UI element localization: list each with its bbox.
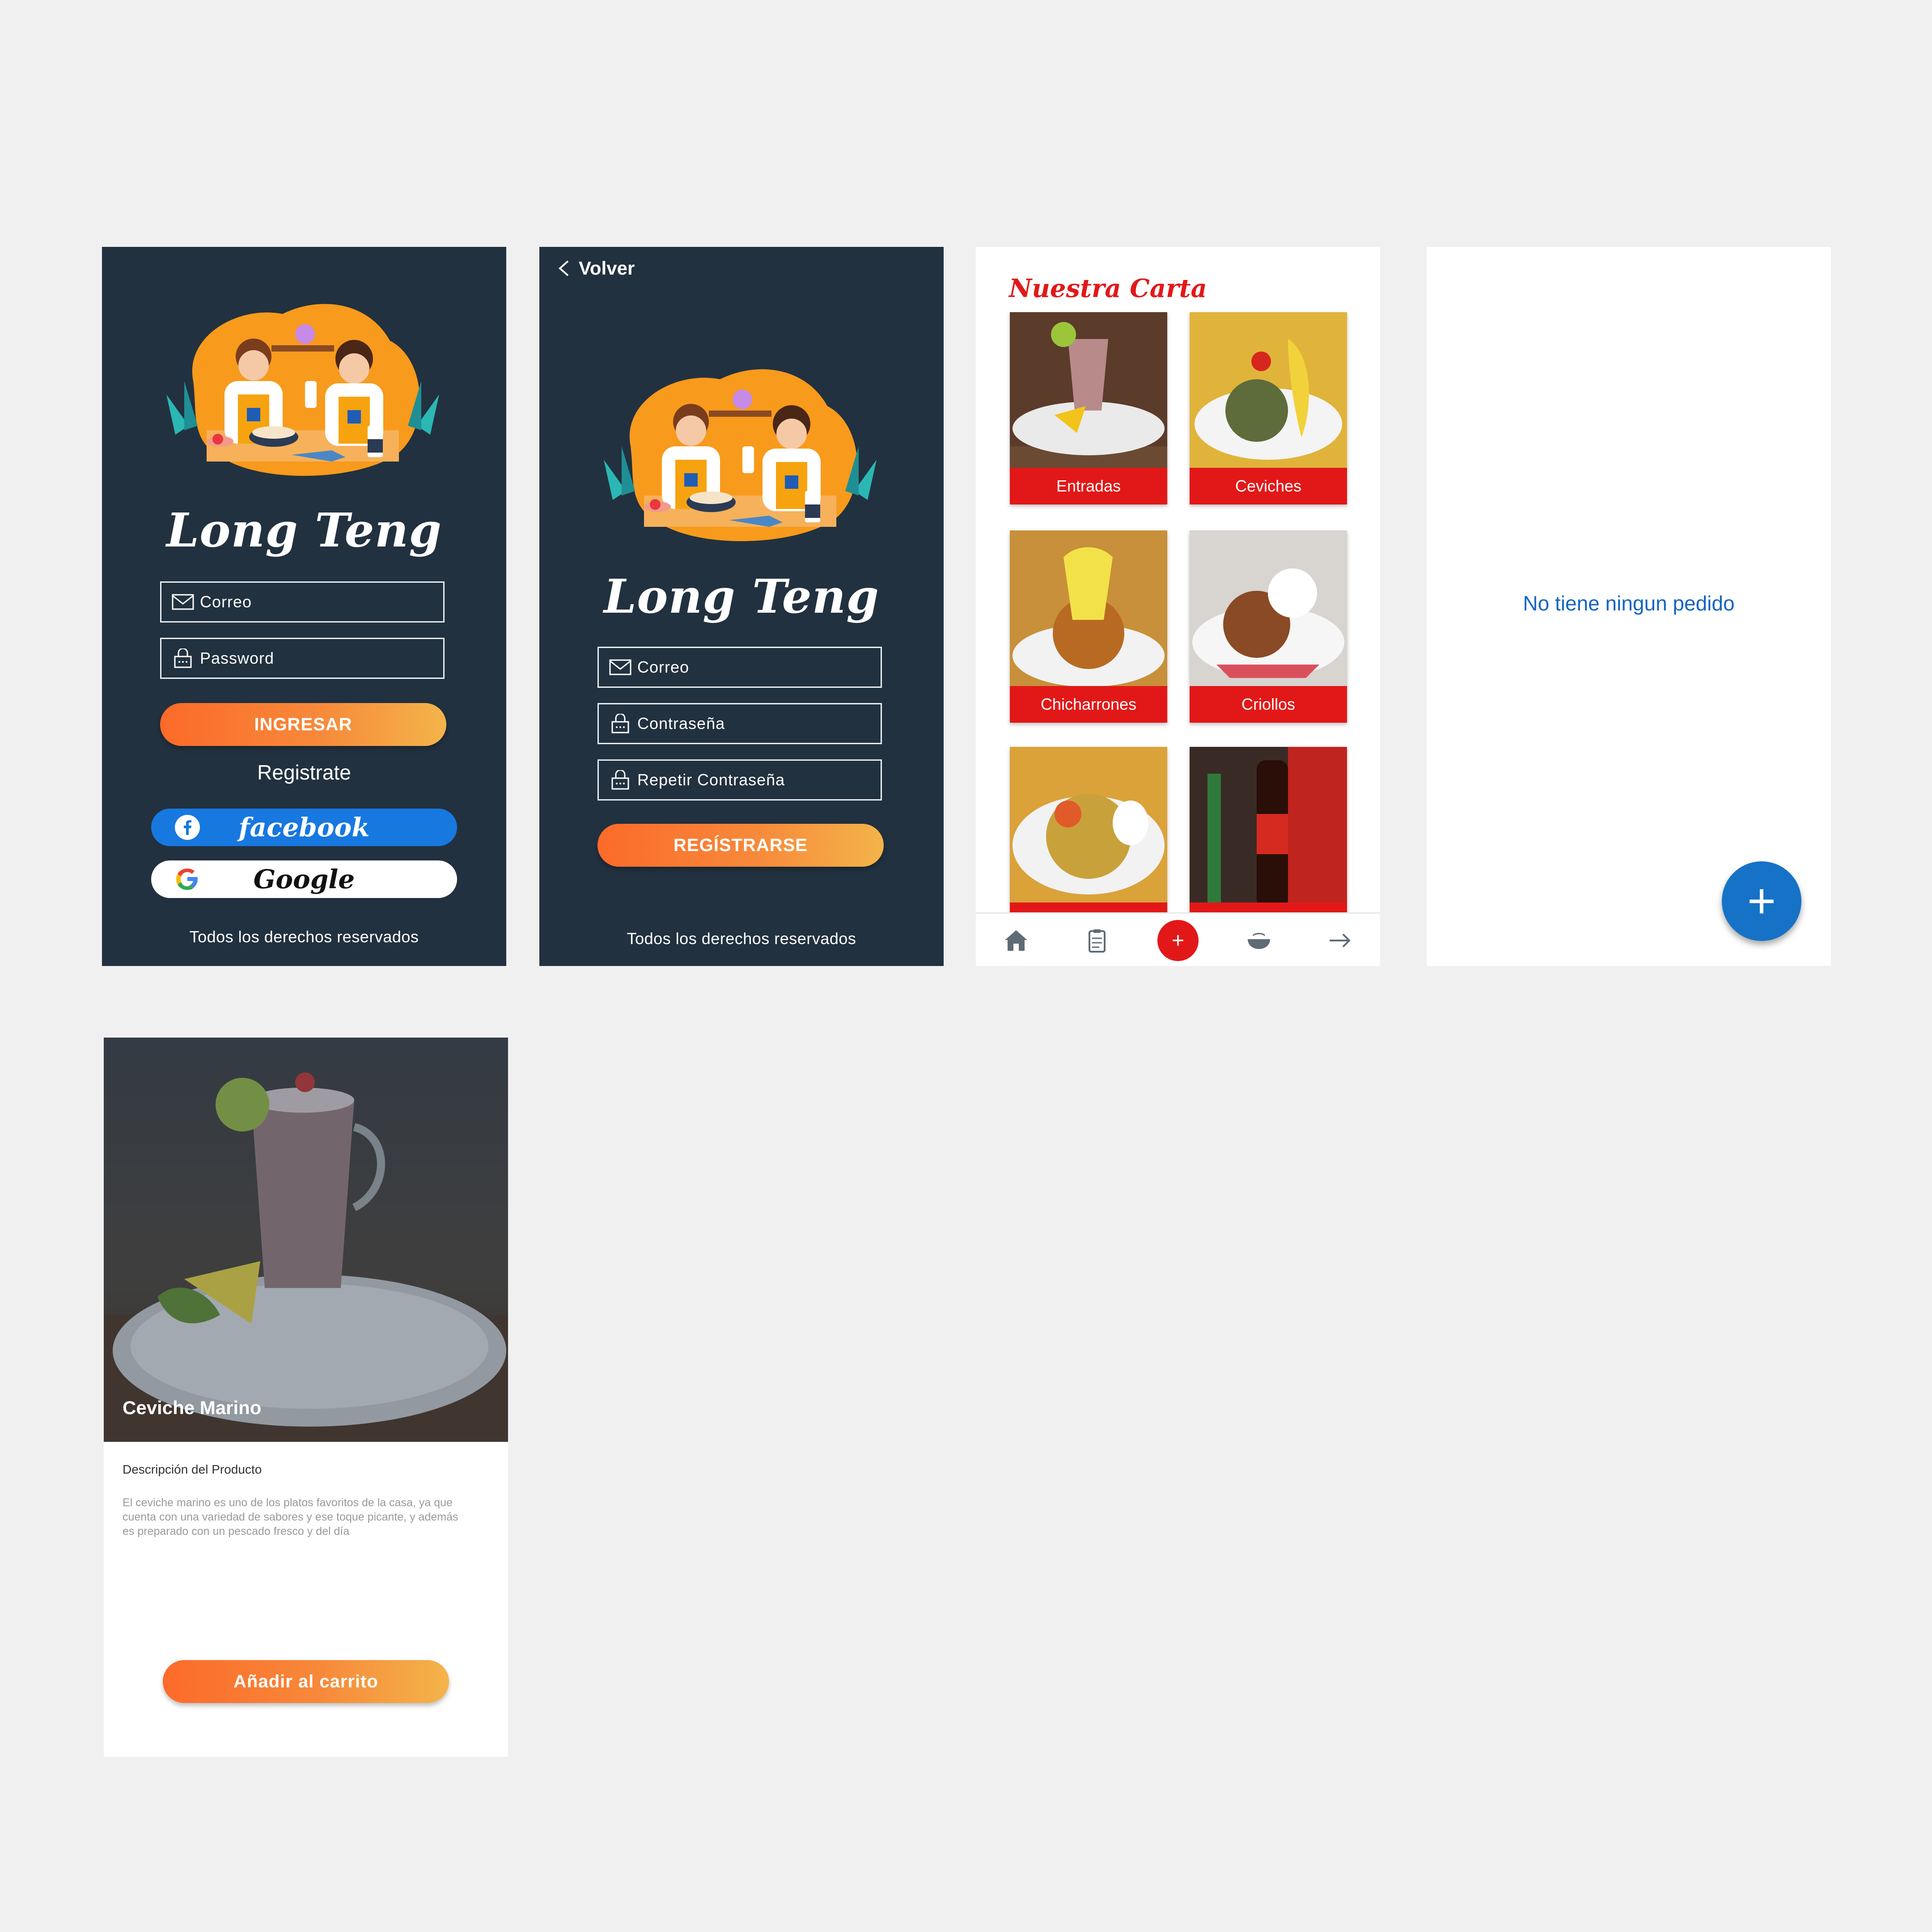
lock-icon <box>608 713 633 734</box>
lock-icon <box>170 648 195 669</box>
email-placeholder: Correo <box>200 593 252 611</box>
bowl-icon <box>1248 933 1271 949</box>
bottom-nav: + <box>976 912 1380 966</box>
category-card-arroces[interactable] <box>1010 747 1167 939</box>
category-card-ceviches[interactable]: Ceviches <box>1190 312 1347 504</box>
home-icon <box>1005 930 1028 951</box>
chefs-illustration <box>595 357 886 549</box>
nav-next[interactable] <box>1320 920 1360 961</box>
footer-text: Todos los derechos reservados <box>189 928 419 946</box>
nav-dish[interactable] <box>1239 920 1279 961</box>
menu-screen: Nuestra Carta Entradas Ceviches Chicharr… <box>976 247 1380 966</box>
envelope-icon <box>170 591 195 613</box>
facebook-icon <box>175 815 200 840</box>
brand-title: Long Teng <box>166 503 442 558</box>
clipboard-icon <box>1088 929 1106 953</box>
plus-icon: + <box>1747 873 1776 928</box>
category-label: Ceviches <box>1190 468 1347 504</box>
google-button[interactable]: Google <box>151 860 457 898</box>
empty-orders-message: No tiene ningun pedido <box>1523 592 1735 615</box>
add-order-fab[interactable]: + <box>1722 861 1801 941</box>
nav-home[interactable] <box>996 920 1036 961</box>
category-card-chicharrones[interactable]: Chicharrones <box>1010 530 1167 723</box>
footer-text: Todos los derechos reservados <box>627 929 856 948</box>
menu-title: Nuestra Carta <box>1009 274 1207 303</box>
register-screen: Volver Long Teng Correo Contraseña Repet… <box>539 247 944 966</box>
google-label: Google <box>253 864 355 894</box>
repeat-password-placeholder: Repetir Contraseña <box>637 771 785 789</box>
facebook-button[interactable]: facebook <box>151 809 457 846</box>
nav-add[interactable]: + <box>1157 920 1199 961</box>
chevron-left-icon <box>558 260 569 276</box>
product-photo <box>104 1038 508 1442</box>
back-button[interactable]: Volver <box>555 258 635 279</box>
category-label: Criollos <box>1190 686 1347 723</box>
category-card-entradas[interactable]: Entradas <box>1010 312 1167 504</box>
description-text: El ceviche marino es uno de los platos f… <box>123 1496 458 1538</box>
facebook-label: facebook <box>238 812 370 843</box>
login-button[interactable]: INGRESAR <box>160 703 446 746</box>
email-placeholder: Correo <box>637 658 690 676</box>
email-field[interactable]: Correo <box>597 647 882 688</box>
category-label: Chicharrones <box>1010 686 1167 723</box>
register-button[interactable]: REGÍSTRARSE <box>597 824 884 867</box>
product-name: Ceviche Marino <box>123 1397 262 1418</box>
email-field[interactable]: Correo <box>160 581 445 623</box>
login-screen: Long Teng Correo Password INGRESAR Regis… <box>102 247 506 966</box>
password-field[interactable]: Contraseña <box>597 703 882 744</box>
product-screen: Ceviche Marino Descripción del Producto … <box>104 1038 508 1757</box>
google-icon <box>176 869 198 890</box>
nav-orders[interactable] <box>1077 920 1117 961</box>
add-to-cart-button[interactable]: Añadir al carrito <box>163 1660 449 1703</box>
back-label: Volver <box>579 258 635 279</box>
arrow-right-icon <box>1329 933 1351 948</box>
register-link[interactable]: Registrate <box>102 760 506 784</box>
chefs-illustration <box>157 292 448 484</box>
description-heading: Descripción del Producto <box>123 1462 262 1476</box>
category-label: Entradas <box>1010 468 1167 504</box>
envelope-icon <box>608 657 633 678</box>
add-icon: + <box>1171 928 1184 953</box>
lock-icon <box>608 769 633 791</box>
password-placeholder: Contraseña <box>637 714 725 733</box>
orders-screen: No tiene ningun pedido + <box>1427 247 1831 966</box>
password-placeholder: Password <box>200 649 275 667</box>
category-card-bebidas[interactable] <box>1190 747 1347 939</box>
category-card-criollos[interactable]: Criollos <box>1190 530 1347 723</box>
password-field[interactable]: Password <box>160 638 445 679</box>
brand-title: Long Teng <box>604 569 879 624</box>
repeat-password-field[interactable]: Repetir Contraseña <box>597 759 882 801</box>
